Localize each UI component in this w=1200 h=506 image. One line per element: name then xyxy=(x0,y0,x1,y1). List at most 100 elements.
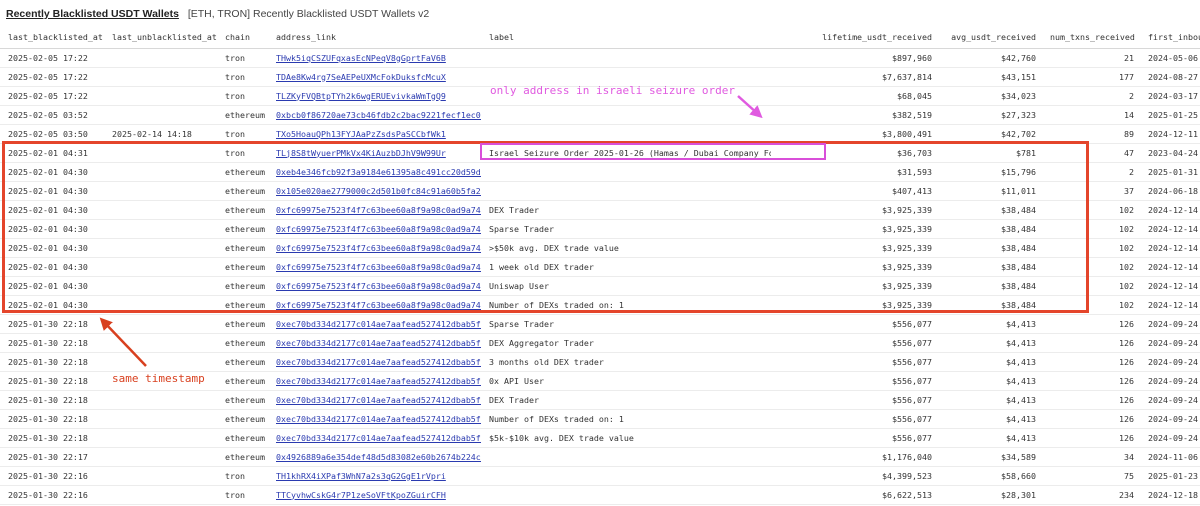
column-header-avg-usdt-received[interactable]: avg_usdt_received xyxy=(938,26,1042,49)
cell-last-unblacklisted-at xyxy=(104,390,217,410)
address-link[interactable]: 0xfc69975e7523f4f7c63bee60a8f9a98c0ad9a7… xyxy=(276,281,481,291)
cell-last-blacklisted-at: 2025-01-30 22:18 xyxy=(0,352,104,372)
cell-label xyxy=(481,86,771,106)
cell-num-txns-received: 234 xyxy=(1042,485,1140,505)
column-header-label[interactable]: label xyxy=(481,26,771,49)
address-link[interactable]: 0xfc69975e7523f4f7c63bee60a8f9a98c0ad9a7… xyxy=(276,243,481,253)
cell-first-inbound: 2024-09-24 00 xyxy=(1140,314,1200,334)
cell-lifetime-usdt-received: $3,925,339 xyxy=(771,238,938,258)
address-link[interactable]: TLj8S8tWyuerPMkVx4KiAuzbDJhV9W99Ur xyxy=(276,148,446,158)
table-body: 2025-02-05 17:22 tron THwk5iqCSZUFqxasEcNP… xyxy=(0,48,1200,505)
address-link[interactable]: 0xec70bd334d2177c014ae7aafead527412dbab5… xyxy=(276,319,481,329)
cell-last-blacklisted-at: 2025-01-30 22:18 xyxy=(0,428,104,448)
cell-last-blacklisted-at: 2025-02-05 03:50 xyxy=(0,124,104,144)
address-link[interactable]: 0x4926889a6e354def48d5d83082e60b2674b224… xyxy=(276,452,481,462)
cell-last-blacklisted-at: 2025-01-30 22:18 xyxy=(0,390,104,410)
address-link[interactable]: THwk5iqCSZUFqxasEcNPeqV8gGprtFaV6B xyxy=(276,53,446,63)
cell-lifetime-usdt-received: $407,413 xyxy=(771,181,938,201)
address-link[interactable]: TTCyvhwCskG4r7P1zeSoVFtKpoZGuirCFH xyxy=(276,490,446,500)
cell-label: Israel Seizure Order 2025-01-26 (Hamas /… xyxy=(481,143,771,163)
cell-avg-usdt-received: $15,796 xyxy=(938,162,1042,182)
cell-lifetime-usdt-received: $556,077 xyxy=(771,428,938,448)
cell-last-blacklisted-at: 2025-02-05 17:22 xyxy=(0,67,104,87)
address-link[interactable]: 0xfc69975e7523f4f7c63bee60a8f9a98c0ad9a7… xyxy=(276,262,481,272)
cell-label xyxy=(481,124,771,144)
cell-last-blacklisted-at: 2025-02-01 04:30 xyxy=(0,219,104,239)
cell-first-inbound: 2024-09-24 00 xyxy=(1140,352,1200,372)
address-link[interactable]: 0xec70bd334d2177c014ae7aafead527412dbab5… xyxy=(276,395,481,405)
cell-last-unblacklisted-at xyxy=(104,333,217,353)
address-link[interactable]: 0xeb4e346fcb92f3a9184e61395a8c491cc20d59… xyxy=(276,167,481,177)
cell-last-blacklisted-at: 2025-01-30 22:18 xyxy=(0,314,104,334)
address-link[interactable]: 0xec70bd334d2177c014ae7aafead527412dbab5… xyxy=(276,357,481,367)
cell-chain: ethereum xyxy=(217,295,268,315)
address-link[interactable]: TLZKyFVQBtpTYh2k6wgERUEvivkaWmTgQ9 xyxy=(276,91,446,101)
cell-avg-usdt-received: $4,413 xyxy=(938,428,1042,448)
report-header: Recently Blacklisted USDT Wallets [ETH, … xyxy=(0,0,1200,28)
cell-address-link: 0x105e020ae2779000c2d501b0fc84c91a60b5fa… xyxy=(268,181,481,201)
cell-first-inbound: 2024-12-14 00 xyxy=(1140,200,1200,220)
cell-avg-usdt-received: $28,301 xyxy=(938,485,1042,505)
address-link[interactable]: 0xec70bd334d2177c014ae7aafead527412dbab5… xyxy=(276,376,481,386)
address-link[interactable]: 0xbcb0f86720ae73cb46fdb2c2bac9221fecf1ec… xyxy=(276,110,481,120)
cell-address-link: 0xfc69975e7523f4f7c63bee60a8f9a98c0ad9a7… xyxy=(268,200,481,220)
table-header-row: last_blacklisted_at last_unblacklisted_a… xyxy=(0,26,1200,49)
cell-lifetime-usdt-received: $1,176,040 xyxy=(771,447,938,467)
address-link[interactable]: 0xec70bd334d2177c014ae7aafead527412dbab5… xyxy=(276,414,481,424)
cell-first-inbound: 2024-12-14 00 xyxy=(1140,257,1200,277)
column-header-first-inbound[interactable]: first_inbound xyxy=(1140,26,1200,49)
cell-num-txns-received: 126 xyxy=(1042,409,1140,429)
cell-chain: ethereum xyxy=(217,162,268,182)
cell-last-unblacklisted-at xyxy=(104,105,217,125)
address-link[interactable]: 0xec70bd334d2177c014ae7aafead527412dbab5… xyxy=(276,433,481,443)
cell-first-inbound: 2024-08-27 00 xyxy=(1140,67,1200,87)
cell-num-txns-received: 102 xyxy=(1042,238,1140,258)
cell-address-link: TH1khRX4iXPaf3WhN7a2s3qG2GgE1rVpri xyxy=(268,466,481,486)
cell-num-txns-received: 14 xyxy=(1042,105,1140,125)
cell-chain: ethereum xyxy=(217,428,268,448)
cell-first-inbound: 2025-01-25 00 xyxy=(1140,105,1200,125)
address-link[interactable]: TH1khRX4iXPaf3WhN7a2s3qG2GgE1rVpri xyxy=(276,471,446,481)
cell-avg-usdt-received: $43,151 xyxy=(938,67,1042,87)
cell-num-txns-received: 102 xyxy=(1042,257,1140,277)
column-header-lifetime-usdt-received[interactable]: lifetime_usdt_received xyxy=(771,26,938,49)
cell-lifetime-usdt-received: $556,077 xyxy=(771,371,938,391)
address-link[interactable]: 0xfc69975e7523f4f7c63bee60a8f9a98c0ad9a7… xyxy=(276,300,481,310)
table-row: 2025-01-30 22:18 ethereum 0xec70bd334d2177… xyxy=(0,371,1200,391)
address-link[interactable]: 0xfc69975e7523f4f7c63bee60a8f9a98c0ad9a7… xyxy=(276,224,481,234)
address-link[interactable]: TXo5HoauQPh13FYJAaPzZsdsPaSCCbfWk1 xyxy=(276,129,446,139)
cell-last-unblacklisted-at xyxy=(104,276,217,296)
cell-lifetime-usdt-received: $68,045 xyxy=(771,86,938,106)
address-link[interactable]: 0xfc69975e7523f4f7c63bee60a8f9a98c0ad9a7… xyxy=(276,205,481,215)
address-link[interactable]: TDAe8Kw4rg7SeAEPeUXMcFokDuksfcMcuX xyxy=(276,72,446,82)
column-header-chain[interactable]: chain xyxy=(217,26,268,49)
column-header-last-blacklisted-at[interactable]: last_blacklisted_at xyxy=(0,26,104,49)
cell-last-unblacklisted-at xyxy=(104,295,217,315)
column-header-last-unblacklisted-at[interactable]: last_unblacklisted_at xyxy=(104,26,217,49)
table-row: 2025-02-05 03:52 ethereum 0xbcb0f86720ae73… xyxy=(0,105,1200,125)
cell-chain: tron xyxy=(217,485,268,505)
cell-lifetime-usdt-received: $556,077 xyxy=(771,390,938,410)
cell-chain: ethereum xyxy=(217,447,268,467)
address-link[interactable]: 0xec70bd334d2177c014ae7aafead527412dbab5… xyxy=(276,338,481,348)
column-header-address-link[interactable]: address_link xyxy=(268,26,481,49)
table-row: 2025-02-01 04:30 ethereum 0xfc69975e7523f4… xyxy=(0,295,1200,315)
report-title-link[interactable]: Recently Blacklisted USDT Wallets xyxy=(6,8,179,20)
cell-last-blacklisted-at: 2025-02-01 04:31 xyxy=(0,143,104,163)
cell-avg-usdt-received: $38,484 xyxy=(938,219,1042,239)
address-link[interactable]: 0x105e020ae2779000c2d501b0fc84c91a60b5fa… xyxy=(276,186,481,196)
cell-num-txns-received: 177 xyxy=(1042,67,1140,87)
cell-last-blacklisted-at: 2025-02-01 04:30 xyxy=(0,181,104,201)
cell-avg-usdt-received: $781 xyxy=(938,143,1042,163)
cell-avg-usdt-received: $4,413 xyxy=(938,390,1042,410)
cell-last-unblacklisted-at xyxy=(104,409,217,429)
cell-last-blacklisted-at: 2025-01-30 22:16 xyxy=(0,466,104,486)
cell-address-link: 0xfc69975e7523f4f7c63bee60a8f9a98c0ad9a7… xyxy=(268,295,481,315)
cell-avg-usdt-received: $4,413 xyxy=(938,333,1042,353)
table-row: 2025-02-01 04:30 ethereum 0xfc69975e7523f4… xyxy=(0,276,1200,296)
cell-last-blacklisted-at: 2025-02-01 04:30 xyxy=(0,295,104,315)
cell-last-unblacklisted-at xyxy=(104,352,217,372)
cell-num-txns-received: 75 xyxy=(1042,466,1140,486)
column-header-num-txns-received[interactable]: num_txns_received xyxy=(1042,26,1140,49)
cell-lifetime-usdt-received: $31,593 xyxy=(771,162,938,182)
